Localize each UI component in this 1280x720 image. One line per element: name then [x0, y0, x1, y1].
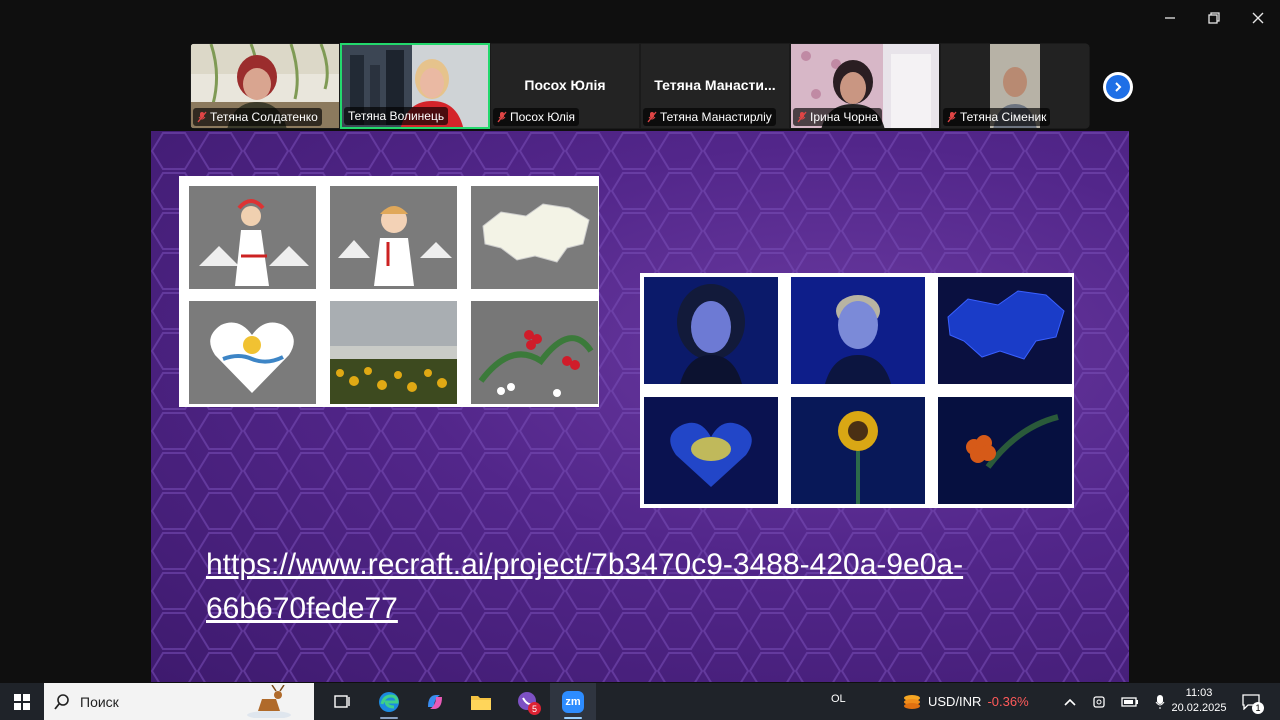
show-hidden-icons-button[interactable]	[1055, 683, 1085, 720]
next-participants-button[interactable]	[1103, 72, 1133, 102]
participant-nameplate: Ірина Чорна	[793, 108, 882, 126]
sunflower-field-image	[330, 301, 457, 404]
task-view-button[interactable]	[320, 683, 366, 720]
system-tray	[1055, 683, 1175, 720]
taskbar-search-box[interactable]: Поиск	[44, 683, 314, 720]
notification-count: 1	[1252, 702, 1264, 714]
folder-icon	[471, 695, 491, 710]
participant-name: Посох Юлія	[510, 110, 576, 124]
file-explorer-button[interactable]	[458, 683, 504, 720]
recraft-project-link[interactable]: https://www.recraft.ai/project/7b3470c9-…	[206, 543, 1026, 631]
participant-name: Тетяна Волинець	[348, 109, 445, 123]
heart-illustration-image	[189, 301, 316, 404]
search-placeholder: Поиск	[80, 693, 119, 710]
task-view-icon	[334, 694, 350, 708]
neon-sunflower-image	[791, 397, 925, 504]
participant-name: Тетяна Солдатенко	[210, 110, 318, 124]
notification-center-button[interactable]: 1	[1236, 683, 1266, 720]
participant-tile[interactable]: Тетяна Сіменик	[940, 43, 1090, 129]
neon-heart-image	[644, 397, 778, 504]
shared-screen-slide: https://www.recraft.ai/project/7b3470c9-…	[151, 131, 1129, 682]
currency-stack-icon	[904, 694, 920, 709]
viber-button[interactable]: 5	[504, 683, 550, 720]
taskbar-clock[interactable]: 11:03 20.02.2025	[1168, 686, 1230, 716]
minimize-button[interactable]	[1148, 0, 1192, 36]
participant-nameplate: Тетяна Волинець	[344, 107, 449, 125]
muted-mic-icon	[797, 111, 807, 123]
ticker-symbol: USD/INR	[928, 694, 982, 709]
windows-logo-icon	[14, 693, 30, 710]
muted-mic-icon	[197, 111, 207, 123]
start-button[interactable]	[0, 683, 44, 720]
participant-tile[interactable]: Ірина Чорна	[790, 43, 940, 129]
participant-name: Ірина Чорна	[810, 110, 878, 124]
participant-nameplate: Тетяна Солдатенко	[193, 108, 322, 126]
zoom-button[interactable]: zm	[550, 683, 596, 720]
windows-taskbar: Поиск 5 zm OL USD/INR -0.36% 11:03 20.02…	[0, 683, 1280, 720]
muted-mic-icon	[947, 111, 957, 123]
edge-icon	[379, 691, 399, 712]
pinned-apps: 5 zm	[320, 683, 596, 720]
neon-image-grid	[640, 273, 1074, 508]
participant-strip: Тетяна Солдатенко Тетяна Волинець Посох …	[190, 43, 1090, 129]
search-icon	[54, 693, 69, 710]
neon-berries-image	[938, 397, 1072, 504]
participant-tile[interactable]: Тетяна Манасти... Тетяна Манастирліу	[640, 43, 790, 129]
desktop-screen: Тетяна Солдатенко Тетяна Волинець Посох …	[0, 0, 1280, 720]
running-indicator	[564, 717, 582, 719]
close-icon	[1252, 12, 1264, 24]
participant-name: Тетяна Сіменик	[960, 110, 1047, 124]
participant-tile-active-speaker[interactable]: Тетяна Волинець	[340, 43, 490, 129]
deer-illustration-icon	[247, 685, 291, 718]
battery-button[interactable]	[1115, 683, 1145, 720]
participant-display-name: Посох Юлія	[524, 77, 606, 93]
copilot-button[interactable]	[412, 683, 458, 720]
participant-name: Тетяна Манастирліу	[660, 110, 772, 124]
neon-map-image	[938, 277, 1072, 384]
input-method-indicator[interactable]: OL	[831, 693, 846, 705]
link-line-2: 66b670fede77	[206, 592, 398, 625]
viber-notification-badge: 5	[528, 702, 541, 715]
window-controls	[1148, 0, 1280, 36]
minimize-icon	[1165, 17, 1175, 19]
copilot-icon	[428, 694, 442, 709]
close-button[interactable]	[1236, 0, 1280, 36]
edge-browser-button[interactable]	[366, 683, 412, 720]
meet-now-button[interactable]	[1085, 683, 1115, 720]
ticker-change: -0.36%	[987, 694, 1029, 709]
clock-date: 20.02.2025	[1171, 702, 1227, 714]
ukraine-map-image	[471, 186, 598, 289]
illustration-image-grid	[179, 176, 599, 407]
neon-girl-image	[644, 277, 778, 384]
battery-icon	[1121, 696, 1138, 707]
participant-tile[interactable]: Тетяна Солдатенко	[190, 43, 340, 129]
participant-tile[interactable]: Посох Юлія Посох Юлія	[490, 43, 640, 129]
camera-icon	[1093, 695, 1105, 708]
participant-nameplate: Посох Юлія	[493, 108, 580, 126]
neon-boy-image	[791, 277, 925, 384]
zoom-label: zm	[565, 695, 581, 708]
participant-nameplate: Тетяна Манастирліу	[643, 108, 776, 126]
participant-display-name: Тетяна Манасти...	[654, 77, 776, 93]
chevron-up-icon	[1064, 698, 1076, 706]
participant-nameplate: Тетяна Сіменик	[943, 108, 1051, 126]
link-line-1: https://www.recraft.ai/project/7b3470c9-…	[206, 548, 964, 581]
running-indicator	[380, 717, 398, 719]
restore-icon	[1208, 12, 1220, 24]
clock-time: 11:03	[1185, 687, 1213, 699]
girl-illustration-image	[189, 186, 316, 289]
chevron-right-icon	[1115, 82, 1122, 92]
viburnum-berries-image	[471, 301, 598, 404]
restore-button[interactable]	[1192, 0, 1236, 36]
muted-mic-icon	[647, 111, 657, 123]
stock-widget[interactable]: USD/INR -0.36%	[902, 683, 1029, 720]
microphone-icon	[1155, 694, 1165, 709]
boy-illustration-image	[330, 186, 457, 289]
muted-mic-icon	[497, 111, 507, 123]
